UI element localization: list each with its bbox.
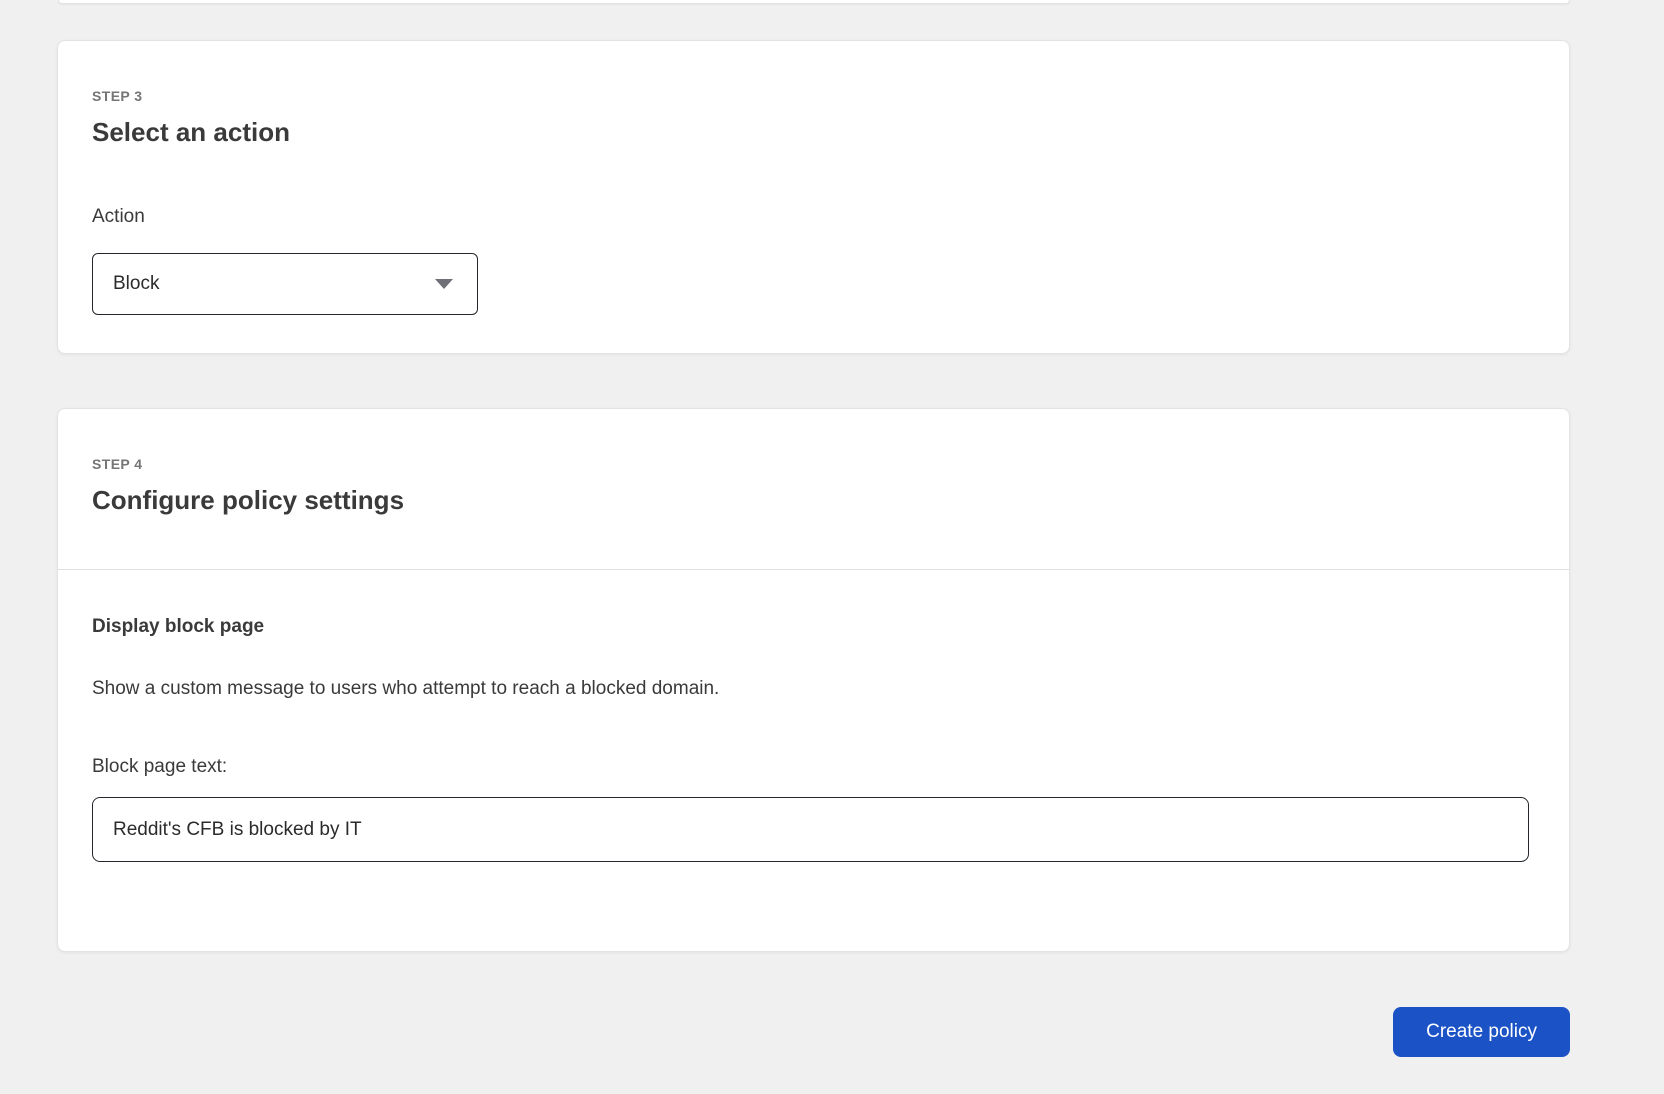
action-select[interactable]: Block xyxy=(92,253,478,315)
step3-select-action-card: STEP 3 Select an action Action Block xyxy=(57,40,1570,354)
step4-card-body: Display block page Show a custom message… xyxy=(58,570,1569,951)
step4-card-header: STEP 4 Configure policy settings xyxy=(58,409,1569,570)
step4-label: STEP 4 xyxy=(92,456,143,472)
step3-label: STEP 3 xyxy=(92,88,143,104)
action-field-label: Action xyxy=(92,206,145,227)
create-policy-button[interactable]: Create policy xyxy=(1393,1007,1570,1057)
chevron-down-icon xyxy=(435,279,453,289)
display-block-page-title: Display block page xyxy=(92,616,265,637)
policy-setup-page: STEP 3 Select an action Action Block STE… xyxy=(0,0,1664,1094)
action-select-value: Block xyxy=(113,273,160,294)
block-page-text-input[interactable] xyxy=(92,797,1529,862)
previous-card-bottom-edge xyxy=(58,0,1570,4)
step4-configure-policy-card: STEP 4 Configure policy settings Display… xyxy=(57,408,1570,952)
block-page-text-label: Block page text: xyxy=(92,756,228,777)
display-block-page-description: Show a custom message to users who attem… xyxy=(92,678,720,699)
page-content: STEP 3 Select an action Action Block STE… xyxy=(57,40,1570,1057)
step4-title: Configure policy settings xyxy=(92,485,405,515)
step3-title: Select an action xyxy=(92,117,290,147)
footer-actions: Create policy xyxy=(57,1007,1570,1057)
